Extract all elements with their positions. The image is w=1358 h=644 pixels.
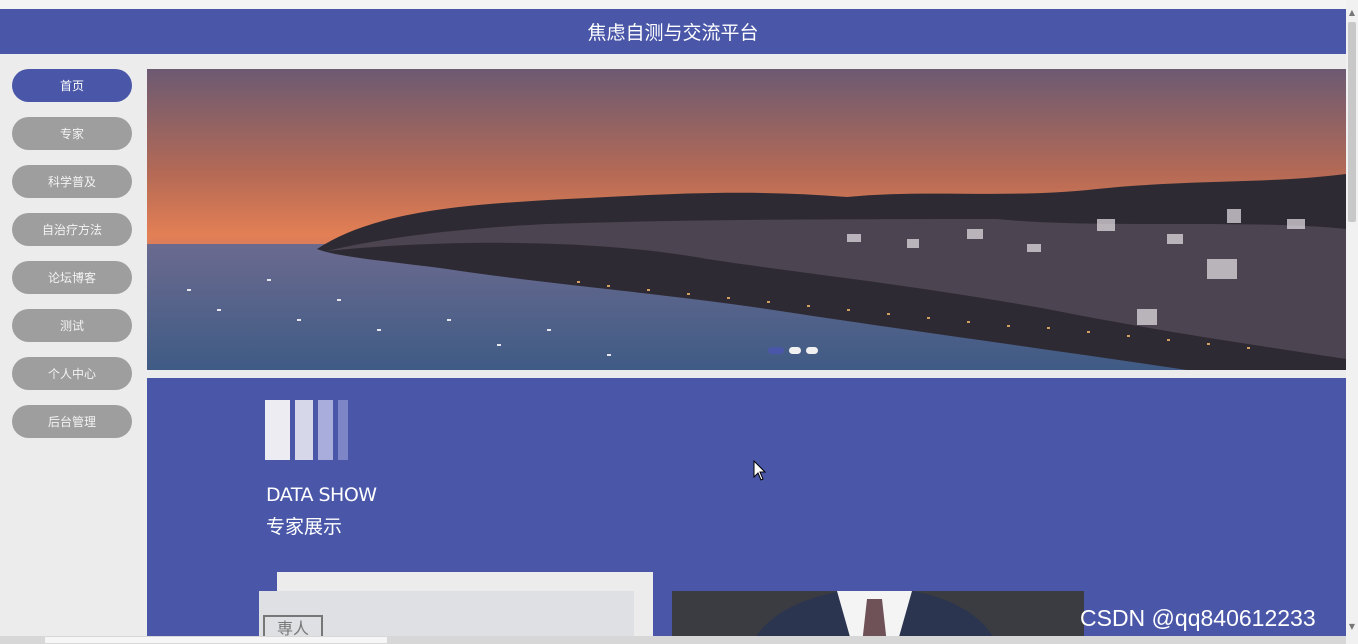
nav-item-science[interactable]: 科学普及 [12, 165, 132, 198]
vertical-scrollbar[interactable]: ▲ ▼ [1346, 0, 1358, 644]
scroll-thumb[interactable] [1348, 22, 1356, 222]
hscroll-thumb[interactable] [45, 637, 387, 643]
carousel-dot[interactable] [789, 347, 801, 354]
scroll-down-icon[interactable]: ▼ [1346, 622, 1358, 632]
site-title: 焦虑自测与交流平台 [587, 22, 759, 44]
horizontal-scrollbar[interactable] [0, 636, 1346, 644]
nav-label: 个人中心 [47, 367, 96, 381]
mouse-cursor-icon [753, 460, 767, 481]
nav-label: 测试 [59, 319, 84, 333]
nav-item-self-therapy[interactable]: 自治疗方法 [12, 213, 132, 246]
nav-item-admin[interactable]: 后台管理 [12, 405, 132, 438]
site-header: 焦虑自测与交流平台 [0, 9, 1346, 54]
sidebar-nav: 首页 专家 科学普及 自治疗方法 论坛博客 测试 个人中心 后台管理 [12, 69, 132, 453]
nav-label: 专家 [59, 127, 84, 141]
nav-label: 后台管理 [47, 415, 96, 429]
nav-item-profile[interactable]: 个人中心 [12, 357, 132, 390]
section-subtitle: 专家展示 [266, 516, 343, 538]
nav-label: 首页 [59, 79, 84, 93]
nav-label: 论坛博客 [47, 271, 96, 285]
top-strip [0, 0, 1346, 9]
nav-label: 自治疗方法 [41, 223, 102, 237]
banner-image [147, 69, 1346, 370]
carousel-dot[interactable] [806, 347, 818, 354]
nav-label: 科学普及 [47, 175, 96, 189]
carousel-dot[interactable] [768, 347, 784, 354]
nav-item-home[interactable]: 首页 [12, 69, 132, 102]
section-title: DATA SHOW [266, 484, 377, 506]
data-show-logo-icon [265, 400, 348, 460]
csdn-watermark: CSDN @qq840612233 [1080, 605, 1316, 631]
carousel-indicators [768, 347, 818, 354]
scroll-up-icon[interactable]: ▲ [1346, 8, 1358, 18]
nav-item-test[interactable]: 测试 [12, 309, 132, 342]
nav-item-forum[interactable]: 论坛博客 [12, 261, 132, 294]
nav-item-experts[interactable]: 专家 [12, 117, 132, 150]
hero-carousel[interactable] [147, 69, 1346, 370]
